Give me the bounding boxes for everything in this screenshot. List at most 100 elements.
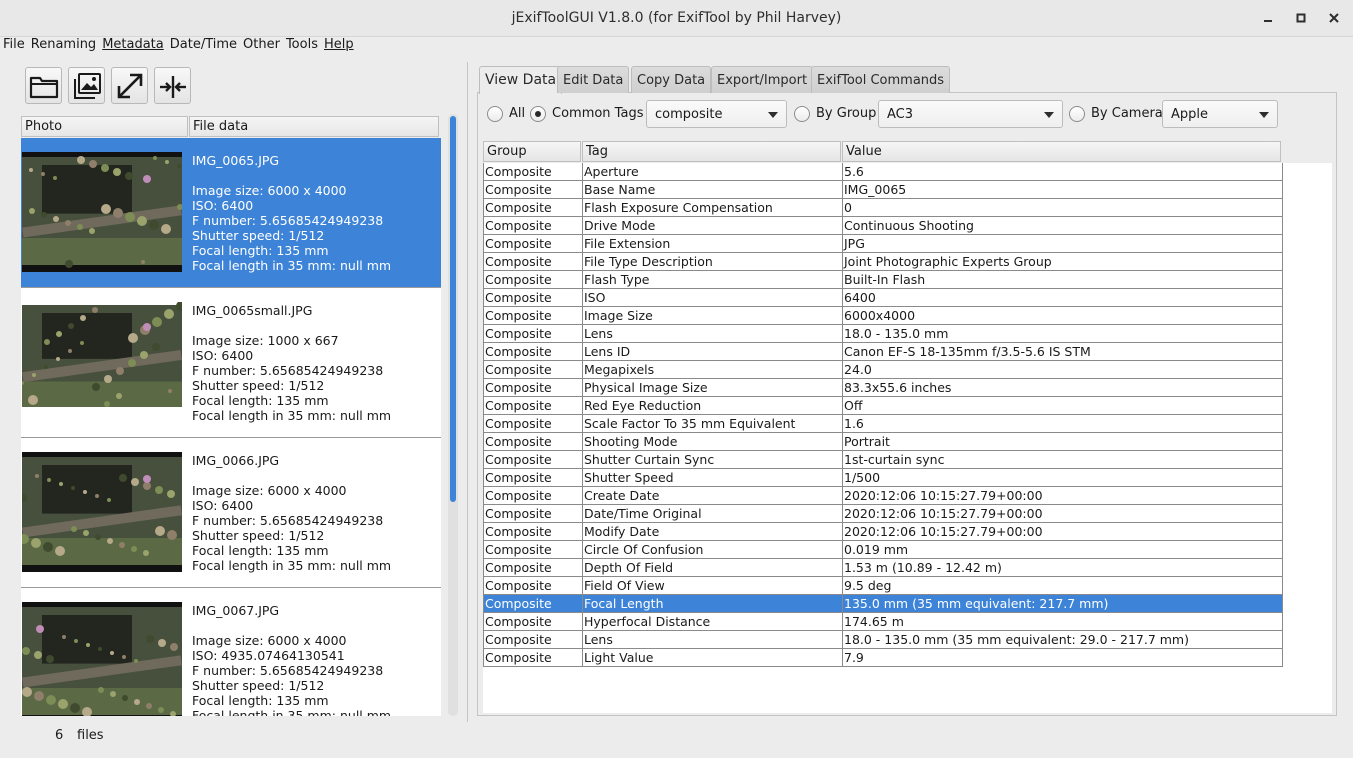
common-tags-radio[interactable] <box>530 106 546 122</box>
tag-cell: Create Date <box>583 487 843 505</box>
minimize-button[interactable] <box>1255 6 1281 30</box>
expand-view-button[interactable] <box>111 67 148 104</box>
by-group-radio[interactable] <box>794 106 810 122</box>
table-row[interactable]: Composite Image Size 6000x4000 <box>483 307 1283 325</box>
menu-metadata[interactable]: Metadata <box>99 37 167 53</box>
tab-edit-data[interactable]: Edit Data <box>557 66 630 93</box>
value-cell: Canon EF-S 18-135mm f/3.5-5.6 IS STM <box>843 343 1283 361</box>
value-column-header[interactable]: Value <box>842 141 1281 162</box>
table-row[interactable]: Composite Base Name IMG_0065 <box>483 181 1283 199</box>
value-cell: Joint Photographic Experts Group <box>843 253 1283 271</box>
table-row[interactable]: Composite Hyperfocal Distance 174.65 m <box>483 613 1283 631</box>
photo-column-header[interactable]: Photo <box>21 116 188 137</box>
table-row[interactable]: Composite Flash Exposure Compensation 0 <box>483 199 1283 217</box>
table-row[interactable]: Composite Drive Mode Continuous Shooting <box>483 217 1283 235</box>
tag-column-header[interactable]: Tag <box>582 141 841 162</box>
table-row[interactable]: Composite Physical Image Size 83.3x55.6 in… <box>483 379 1283 397</box>
group-cell: Composite <box>483 235 583 253</box>
value-cell: IMG_0065 <box>843 181 1283 199</box>
value-cell: 6400 <box>843 289 1283 307</box>
common-tags-dropdown[interactable]: composite <box>646 100 787 128</box>
menu-tools[interactable]: Tools <box>283 37 321 53</box>
group-cell: Composite <box>483 199 583 217</box>
table-row[interactable]: Composite Create Date 2020:12:06 10:15:27.… <box>483 487 1283 505</box>
tag-cell: Flash Exposure Compensation <box>583 199 843 217</box>
table-row[interactable]: Composite Flash Type Built-In Flash <box>483 271 1283 289</box>
file-name: IMG_0066.JPG <box>192 453 280 468</box>
table-row[interactable]: Composite Lens ID Canon EF-S 18-135mm f/3.… <box>483 343 1283 361</box>
value-cell: 0 <box>843 199 1283 217</box>
tag-cell: Modify Date <box>583 523 843 541</box>
tag-cell: Field Of View <box>583 577 843 595</box>
by-camera-radio[interactable] <box>1069 106 1085 122</box>
table-row[interactable]: Composite Date/Time Original 2020:12:06 10… <box>483 505 1283 523</box>
tag-cell: Depth Of Field <box>583 559 843 577</box>
close-button[interactable] <box>1321 6 1347 30</box>
file-image-size: Image size: 6000 x 4000 <box>192 633 347 648</box>
photo-thumbnail <box>22 602 182 716</box>
panel-splitter[interactable] <box>467 62 468 722</box>
table-row[interactable]: Composite Modify Date 2020:12:06 10:15:27.… <box>483 523 1283 541</box>
file-row[interactable]: IMG_0066.JPG Image size: 6000 x 4000 ISO: … <box>21 438 441 588</box>
table-row[interactable]: Composite Depth Of Field 1.53 m (10.89 - 1… <box>483 559 1283 577</box>
tag-cell: Lens ID <box>583 343 843 361</box>
by-camera-dropdown[interactable]: Apple <box>1162 100 1278 128</box>
file-shutter: Shutter speed: 1/512 <box>192 678 325 693</box>
tab-view-data[interactable]: View Data <box>479 66 563 94</box>
menu-file[interactable]: File <box>0 37 28 53</box>
table-row[interactable]: Composite Field Of View 9.5 deg <box>483 577 1283 595</box>
file-focal35: Focal length in 35 mm: null mm <box>192 558 392 573</box>
by-group-label: By Group <box>816 106 877 121</box>
table-row[interactable]: Composite Focal Length 135.0 mm (35 mm equ… <box>483 595 1283 613</box>
file-list-scrollbar-thumb[interactable] <box>450 116 456 502</box>
menu-label: Renaming <box>30 37 97 52</box>
table-row[interactable]: Composite File Extension JPG <box>483 235 1283 253</box>
value-cell: 24.0 <box>843 361 1283 379</box>
maximize-button[interactable] <box>1288 6 1314 30</box>
table-row[interactable]: Composite Circle Of Confusion 0.019 mm <box>483 541 1283 559</box>
group-cell: Composite <box>483 577 583 595</box>
load-images-icon <box>73 72 101 99</box>
tab-exiftool-commands[interactable]: ExifTool Commands <box>811 66 951 93</box>
menu-bar: File Renaming Metadata Date/Time Other Tools H… <box>0 37 1353 53</box>
tab-copy-data[interactable]: Copy Data <box>631 66 712 93</box>
tab-export-import[interactable]: Export/Import <box>711 66 814 93</box>
table-row[interactable]: Composite Megapixels 24.0 <box>483 361 1283 379</box>
file-row[interactable]: IMG_0065.JPG Image size: 6000 x 4000 ISO: … <box>21 138 441 288</box>
table-row[interactable]: Composite File Type Description Joint Phot… <box>483 253 1283 271</box>
table-row[interactable]: Composite ISO 6400 <box>483 289 1283 307</box>
table-row[interactable]: Composite Light Value 7.9 <box>483 649 1283 667</box>
by-group-dropdown[interactable]: AC3 <box>878 100 1063 128</box>
all-radio[interactable] <box>487 106 503 122</box>
file-data-column-header[interactable]: File data <box>189 116 439 137</box>
maximize-icon <box>1296 13 1306 23</box>
table-row[interactable]: Composite Scale Factor To 35 mm Equivalen… <box>483 415 1283 433</box>
value-cell: 1/500 <box>843 469 1283 487</box>
menu-date-time[interactable]: Date/Time <box>167 37 240 53</box>
menu-help[interactable]: Help <box>321 37 357 53</box>
group-cell: Composite <box>483 217 583 235</box>
table-row[interactable]: Composite Shutter Speed 1/500 <box>483 469 1283 487</box>
window-title: jExifToolGUI V1.8.0 (for ExifTool by Phi… <box>511 10 842 26</box>
file-row[interactable]: IMG_0067.JPG Image size: 6000 x 4000 ISO: … <box>21 588 441 716</box>
tag-cell: File Type Description <box>583 253 843 271</box>
menu-renaming[interactable]: Renaming <box>28 37 99 53</box>
table-row[interactable]: Composite Shooting Mode Portrait <box>483 433 1283 451</box>
table-row[interactable]: Composite Lens 18.0 - 135.0 mm (35 mm equi… <box>483 631 1283 649</box>
file-name: IMG_0065small.JPG <box>192 303 313 318</box>
value-cell: 2020:12:06 10:15:27.79+00:00 <box>843 523 1283 541</box>
file-iso: ISO: 6400 <box>192 348 254 363</box>
compress-view-button[interactable] <box>154 67 191 104</box>
table-row[interactable]: Composite Lens 18.0 - 135.0 mm <box>483 325 1283 343</box>
file-row[interactable]: IMG_0065small.JPG Image size: 1000 x 667 I… <box>21 288 441 438</box>
table-row[interactable]: Composite Aperture 5.6 <box>483 163 1283 181</box>
table-row[interactable]: Composite Shutter Curtain Sync 1st-curtain… <box>483 451 1283 469</box>
group-cell: Composite <box>483 379 583 397</box>
load-images-button[interactable] <box>68 67 105 104</box>
table-row[interactable]: Composite Red Eye Reduction Off <box>483 397 1283 415</box>
menu-other[interactable]: Other <box>240 37 283 53</box>
group-column-header[interactable]: Group <box>483 141 581 162</box>
open-folder-button[interactable] <box>25 67 62 104</box>
